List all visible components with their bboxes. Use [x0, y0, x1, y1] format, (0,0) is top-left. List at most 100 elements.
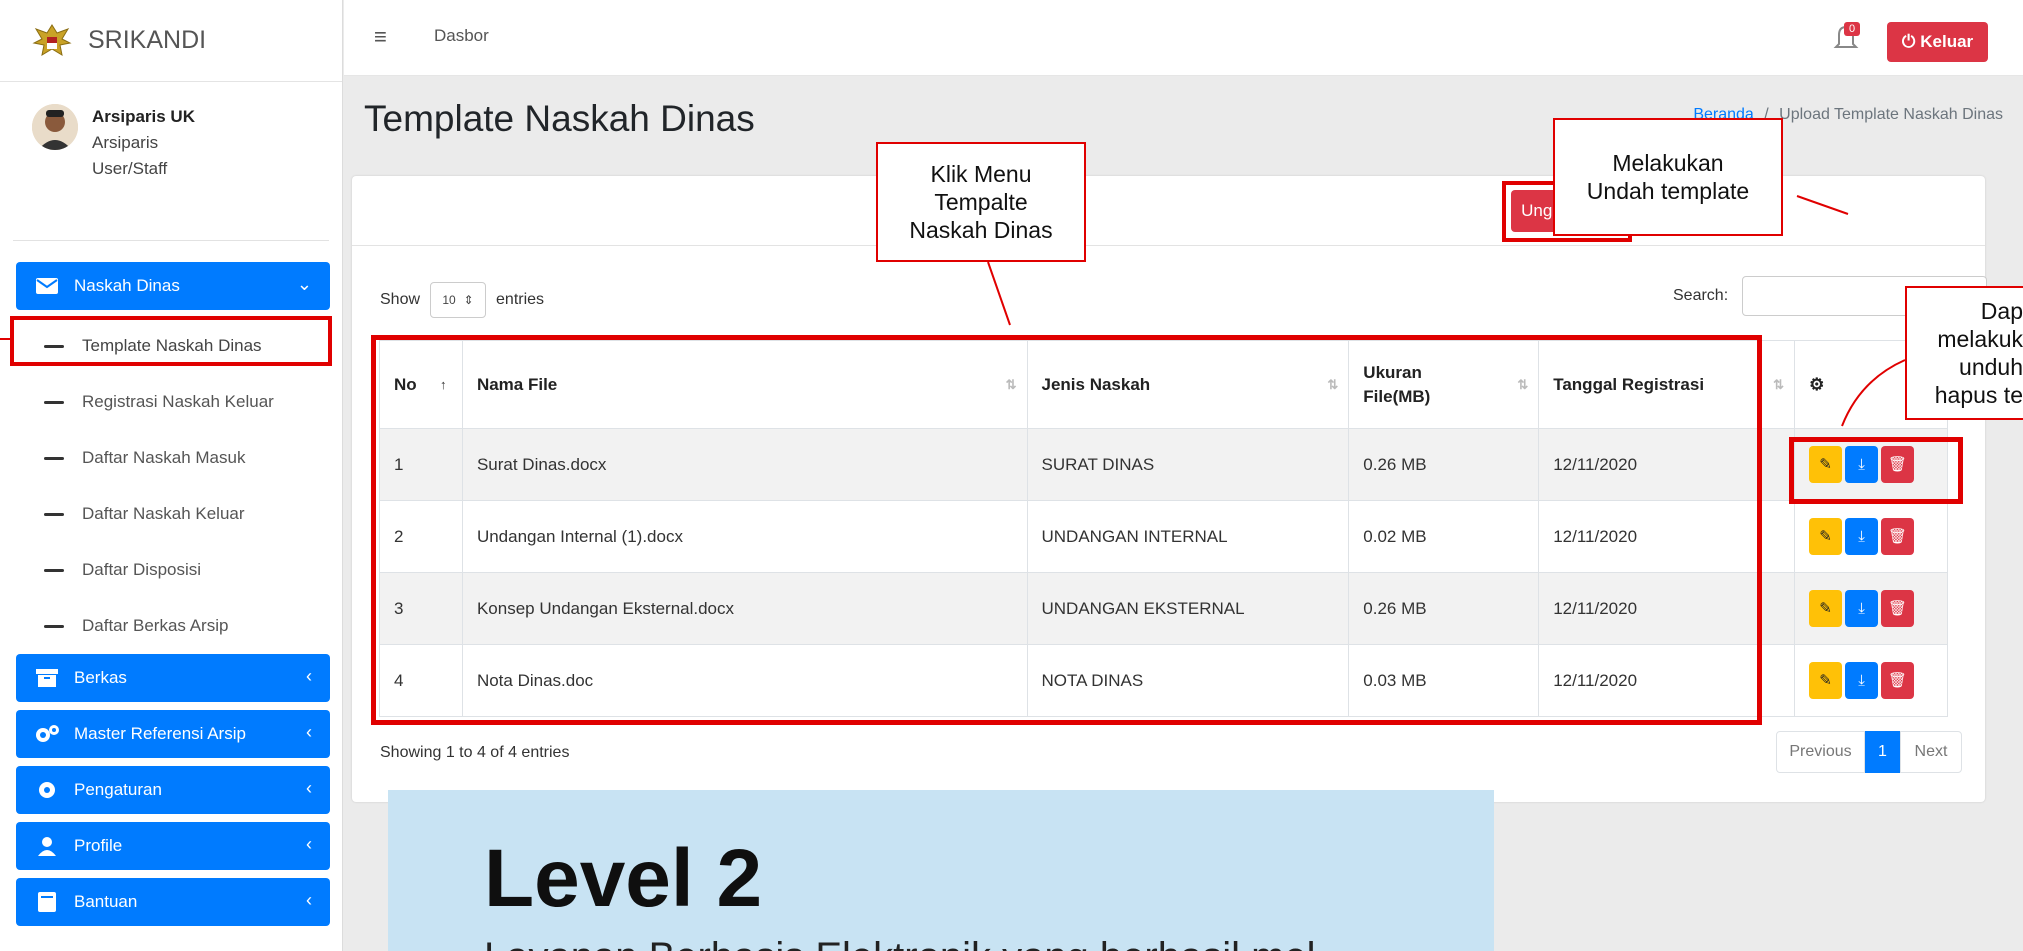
top-navbar: ≡ Dasbor 0 ⏻ Keluar: [344, 0, 2023, 76]
app-name: SRIKANDI: [88, 26, 207, 54]
pagination-previous[interactable]: Previous: [1776, 731, 1865, 773]
logout-button[interactable]: ⏻ Keluar: [1887, 22, 1988, 62]
entries-label: entries: [496, 291, 545, 308]
sidebar-subitem-label: Registrasi Naskah Keluar: [82, 392, 274, 411]
callout-text: Dap: [1980, 298, 2023, 324]
chevron-left-icon: ‹: [306, 666, 312, 686]
chevron-left-icon: ‹: [306, 890, 312, 910]
highlight-box-actions: [1789, 437, 1963, 504]
dash-icon: [44, 624, 64, 628]
sidebar-item-berkas[interactable]: Berkas ‹: [16, 654, 330, 702]
dash-icon: [44, 512, 64, 516]
download-button[interactable]: ⤓: [1845, 590, 1879, 628]
cell-actions: ✎ ⤓ 🗑: [1794, 572, 1948, 645]
show-entries: Show 10 ⇕ entries: [380, 282, 544, 318]
sidebar-item-label: Berkas: [74, 668, 127, 687]
breadcrumb-current: Upload Template Naskah Dinas: [1779, 106, 2003, 123]
delete-button[interactable]: 🗑: [1881, 589, 1915, 627]
chevron-down-icon: ⌄: [296, 274, 312, 294]
entries-select[interactable]: 10 ⇕: [430, 282, 487, 318]
dash-icon: [44, 400, 64, 404]
callout-text: Melakukan: [1612, 150, 1724, 176]
sidebar-subitem-label: Daftar Berkas Arsip: [82, 616, 229, 635]
callout-actions: Dap melakuk unduh hapus te: [1905, 286, 2023, 420]
sidebar-item-master-referensi-arsip[interactable]: Master Referensi Arsip ‹: [16, 710, 330, 758]
chevron-left-icon: ‹: [306, 834, 312, 854]
avatar[interactable]: [32, 104, 78, 150]
level-title: Level 2: [484, 833, 763, 924]
pagination-next[interactable]: Next: [1900, 731, 1962, 773]
sidebar-item-label: Master Referensi Arsip: [74, 724, 246, 743]
callout-text: unduh: [1959, 354, 2023, 380]
notification-badge: 0: [1844, 22, 1861, 36]
user-info: Arsiparis UK Arsiparis User/Staff: [92, 104, 195, 240]
book-icon: [34, 891, 60, 913]
sidebar-subitem-label: Daftar Naskah Keluar: [82, 504, 245, 523]
sort-icon: ⇅: [1773, 377, 1785, 392]
sidebar-item-pengaturan[interactable]: Pengaturan ‹: [16, 766, 330, 814]
sidebar-item-label: Naskah Dinas: [74, 276, 180, 295]
brand[interactable]: SRIKANDI: [0, 0, 342, 82]
sidebar-item-naskah-dinas[interactable]: Naskah Dinas ⌄: [16, 262, 330, 310]
sidebar-subitem-daftar-disposisi[interactable]: Daftar Disposisi: [16, 542, 330, 598]
sidebar-item-bantuan[interactable]: Bantuan ‹: [16, 878, 330, 926]
chevron-left-icon: ‹: [306, 778, 312, 798]
sidebar-subitem-label: Daftar Disposisi: [82, 560, 202, 579]
edit-button[interactable]: ✎: [1809, 589, 1843, 627]
cell-actions: ✎ ⤓ 🗑: [1794, 644, 1948, 717]
user-panel: Arsiparis UK Arsiparis User/Staff: [0, 82, 342, 240]
callout-text: melakuk: [1937, 326, 2023, 352]
callout-text: Tempalte: [934, 189, 1028, 215]
chevron-left-icon: ‹: [306, 722, 312, 742]
delete-button[interactable]: 🗑: [1881, 517, 1915, 555]
callout-text: Naskah Dinas: [909, 217, 1053, 243]
sidebar-subitem-registrasi-naskah-keluar[interactable]: Registrasi Naskah Keluar: [16, 374, 330, 430]
sidebar-subitem-daftar-berkas-arsip[interactable]: Daftar Berkas Arsip: [16, 598, 330, 654]
highlight-box-sidebar-item: [10, 316, 332, 366]
table-info: Showing 1 to 4 of 4 entries: [380, 744, 570, 761]
download-button[interactable]: ⤓: [1845, 518, 1879, 556]
edit-button[interactable]: ✎: [1809, 517, 1843, 555]
search-label: Search:: [1673, 287, 1729, 304]
nav-dasbor[interactable]: Dasbor: [434, 26, 489, 46]
delete-button[interactable]: 🗑: [1881, 661, 1915, 699]
highlight-stub: [0, 338, 10, 340]
pagination: Previous 1 Next: [1776, 731, 1962, 773]
logout-label: Keluar: [1920, 32, 1974, 51]
sidebar-divider: [13, 240, 329, 241]
gear-icon: [34, 779, 60, 801]
gear-icon: ⚙: [1809, 374, 1825, 394]
sidebar-item-label: Bantuan: [74, 892, 138, 911]
edit-button[interactable]: ✎: [1809, 661, 1843, 699]
show-label: Show: [380, 291, 421, 308]
user-name: Arsiparis UK: [92, 107, 195, 126]
user-type: User/Staff: [92, 159, 168, 178]
sidebar-item-label: Profile: [74, 836, 123, 855]
hamburger-icon[interactable]: ≡: [374, 24, 387, 50]
entries-value: 10: [442, 293, 456, 307]
garuda-logo-icon: [32, 23, 72, 56]
sidebar-subitem-label: Daftar Naskah Masuk: [82, 448, 246, 467]
callout-text: hapus te: [1934, 382, 2023, 408]
level-subtitle: Layanan Berbasis Elektronik yang berhasi…: [484, 935, 1316, 951]
callout-text: Klik Menu: [930, 161, 1032, 187]
dash-icon: [44, 568, 64, 572]
power-icon: ⏻: [1901, 32, 1916, 51]
sidebar-item-label: Pengaturan: [74, 780, 162, 799]
sidebar-subitem-daftar-naskah-keluar[interactable]: Daftar Naskah Keluar: [16, 486, 330, 542]
sidebar: SRIKANDI Arsiparis UK Arsiparis User/Sta…: [0, 0, 343, 951]
callout-text: Undah template: [1586, 178, 1750, 204]
sort-arrows-icon: ⇕: [463, 293, 474, 307]
gears-icon: [34, 723, 60, 745]
dash-icon: [44, 456, 64, 460]
sidebar-subitem-daftar-naskah-masuk[interactable]: Daftar Naskah Masuk: [16, 430, 330, 486]
cell-actions: ✎ ⤓ 🗑: [1794, 500, 1948, 573]
pagination-page-1[interactable]: 1: [1865, 731, 1900, 773]
highlight-box-table: [371, 335, 1762, 725]
download-button[interactable]: ⤓: [1845, 662, 1879, 700]
sidebar-item-profile[interactable]: Profile ‹: [16, 822, 330, 870]
archive-icon: [34, 667, 60, 689]
envelope-icon: [34, 275, 60, 297]
user-icon: [34, 835, 60, 857]
callout-upload: Melakukan Undah template: [1553, 118, 1783, 236]
